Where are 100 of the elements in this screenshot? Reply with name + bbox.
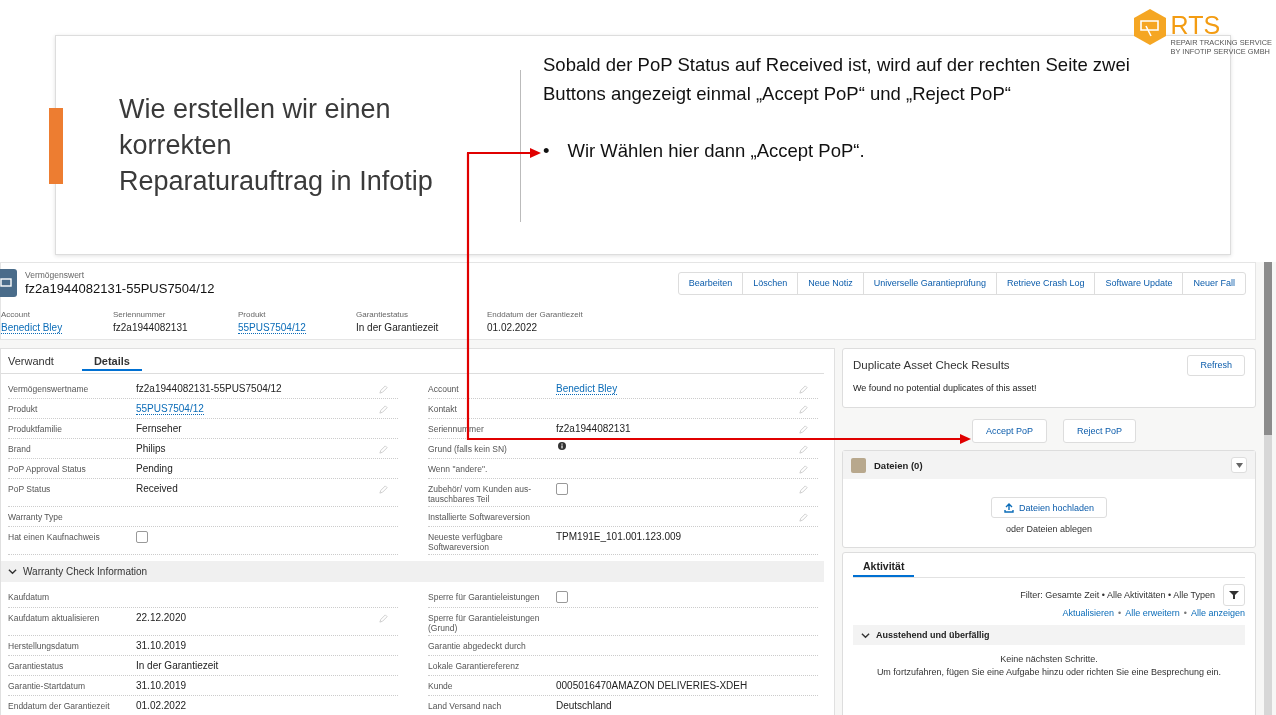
checkbox[interactable] [136, 531, 148, 543]
pencil-icon[interactable] [799, 485, 808, 494]
field-label: Grund (falls kein SN) [428, 443, 508, 454]
field-value: fz2a1944082131 [556, 423, 631, 434]
pencil-icon[interactable] [379, 485, 388, 494]
section-header[interactable]: Warranty Check Information [1, 561, 824, 582]
field-label: Lokale Garantiereferenz [428, 660, 521, 671]
field-label: Garantiestatus [8, 660, 65, 671]
record-name: fz2a1944082131-55PUS7504/12 [25, 281, 215, 296]
empty-message: Um fortzufahren, fügen Sie eine Aufgabe hinzu oder richten Sie eine Besprechung ein. [875, 666, 1223, 679]
file-icon [851, 457, 866, 473]
field-label: Warranty Type [8, 511, 64, 522]
record-link[interactable]: Benedict Bley [556, 383, 618, 395]
record-link[interactable]: 55PUS7504/12 [238, 322, 306, 334]
action-button[interactable]: Löschen [742, 271, 799, 295]
logo-text: RTS [1170, 12, 1222, 38]
activity-link[interactable]: Alle anzeigen [1190, 608, 1245, 618]
link-separator: • [1118, 608, 1122, 618]
refresh-button[interactable]: Refresh [1187, 354, 1245, 376]
info-icon[interactable] [558, 442, 566, 450]
field-label: Sperre für Garantieleistungen [428, 591, 541, 602]
action-button[interactable]: Retrieve Crash Log [995, 271, 1096, 295]
slide-title: Wie erstellen wir einen korrekten Reparaturauftrag in Infotip [119, 93, 433, 198]
field-label: Enddatum der Garantiezeit [8, 700, 111, 711]
action-button[interactable]: Software Update [1094, 271, 1184, 295]
field-label: Land Versand nach [428, 700, 503, 711]
chevron-icon[interactable] [8, 567, 17, 576]
slide-text: Sobald der PoP Status auf Received ist, wird auf der rechten Seite zwei Buttons angezeigt einmal „Accept PoP“ und „Reject PoP“ [543, 53, 1131, 106]
action-button[interactable]: Neuer Fall [1182, 271, 1246, 295]
checkbox[interactable] [556, 483, 568, 495]
empty-message: Keine nächsten Schritte. [999, 653, 1099, 666]
field-value: 31.10.2019 [136, 680, 187, 691]
pencil-icon[interactable] [799, 385, 808, 394]
card-message: We found no potential duplicates of this asset! [853, 383, 1038, 393]
field-label: PoP Status [8, 483, 52, 494]
object-label: Vermögenswert [25, 270, 86, 280]
caret-icon [1235, 462, 1243, 468]
field-label: Kaufdatum [8, 591, 51, 602]
field-label: Garantie abgedeckt durch [428, 640, 527, 651]
filter-text: Filter: Gesamte Zeit • Alle Aktivitäten • Alle Typen [1020, 590, 1215, 600]
tab[interactable]: Aktivität [853, 553, 915, 577]
pencil-icon[interactable] [799, 465, 808, 474]
field-value: Fernseher [136, 423, 182, 434]
filter-icon[interactable] [1223, 584, 1245, 606]
pencil-icon[interactable] [799, 425, 808, 434]
chevron-icon[interactable] [861, 630, 870, 640]
field-label: Zubehör/ vom Kunden aus-tauschbares Teil [428, 483, 532, 504]
section-title: Ausstehend und überfällig [876, 630, 990, 640]
pop-button[interactable]: Accept PoP [972, 419, 1048, 443]
field-value: Philips [136, 443, 166, 454]
field-value: In der Garantiezeit [136, 660, 219, 671]
field-label: Kunde [428, 680, 454, 691]
field-value: Pending [136, 463, 173, 474]
action-button[interactable]: Neue Notiz [797, 271, 864, 295]
field-value: 22.12.2020 [136, 612, 187, 623]
pencil-icon[interactable] [379, 445, 388, 454]
tab[interactable]: Details [81, 349, 142, 371]
record-link[interactable]: 55PUS7504/12 [136, 403, 204, 415]
activity-link[interactable]: Aktualisieren [1062, 608, 1115, 618]
link-separator: • [1183, 608, 1187, 618]
section-header[interactable]: Ausstehend und überfällig [853, 625, 1245, 645]
field-value: TPM191E_101.001.123.009 [556, 531, 682, 542]
field-label: Neueste verfügbare Softwareversion [428, 531, 504, 552]
pencil-icon[interactable] [799, 405, 808, 414]
field-label: Kaufdatum aktualisieren [8, 612, 101, 623]
pop-button[interactable]: Reject PoP [1063, 419, 1137, 443]
highlight-label: Enddatum der Garantiezeit [487, 310, 584, 319]
field-value: Received [136, 483, 178, 494]
action-button[interactable]: Bearbeiten [677, 271, 744, 295]
field-label: Garantie-Startdatum [8, 680, 86, 691]
checkbox[interactable] [556, 591, 568, 603]
field-label: Brand [8, 443, 32, 454]
pencil-icon[interactable] [379, 614, 388, 623]
action-button[interactable]: Universelle Garantieprüfung [862, 271, 997, 295]
field-value: 31.10.2019 [136, 640, 187, 651]
field-value: 0005016470AMAZON DELIVERIES-XDEH [556, 680, 748, 691]
field-label: Installierte Softwareversion [428, 511, 532, 522]
upload-button[interactable]: Dateien hochladen [990, 497, 1108, 518]
pencil-icon[interactable] [379, 385, 388, 394]
pencil-icon[interactable] [799, 445, 808, 454]
field-label: Hat einen Kaufnachweis [8, 531, 101, 542]
bullet-text: Wir Wählen hier dann „Accept PoP“. [567, 140, 865, 162]
field-value: 01.02.2022 [136, 700, 187, 711]
pencil-icon[interactable] [379, 405, 388, 414]
field-label: Vermögenswertname [8, 383, 90, 394]
drop-hint: oder Dateien ablegen [1005, 524, 1093, 534]
field-value: Deutschland [556, 700, 612, 711]
dropdown-button[interactable] [1231, 457, 1247, 473]
highlight-label: Account [1, 310, 31, 319]
pencil-icon[interactable] [799, 513, 808, 522]
upload-icon [1003, 502, 1014, 513]
scrollbar[interactable] [1264, 262, 1272, 715]
field-label: PoP Approval Status [8, 463, 87, 474]
tab[interactable]: Verwandt [8, 349, 54, 371]
field-value: fz2a1944082131-55PUS7504/12 [136, 383, 282, 394]
activity-link[interactable]: Alle erweitern [1125, 608, 1180, 618]
field-label: Produkt [8, 403, 39, 414]
field-label: Account [428, 383, 460, 394]
record-link[interactable]: Benedict Bley [1, 322, 63, 334]
highlight-value: 01.02.2022 [487, 322, 539, 333]
